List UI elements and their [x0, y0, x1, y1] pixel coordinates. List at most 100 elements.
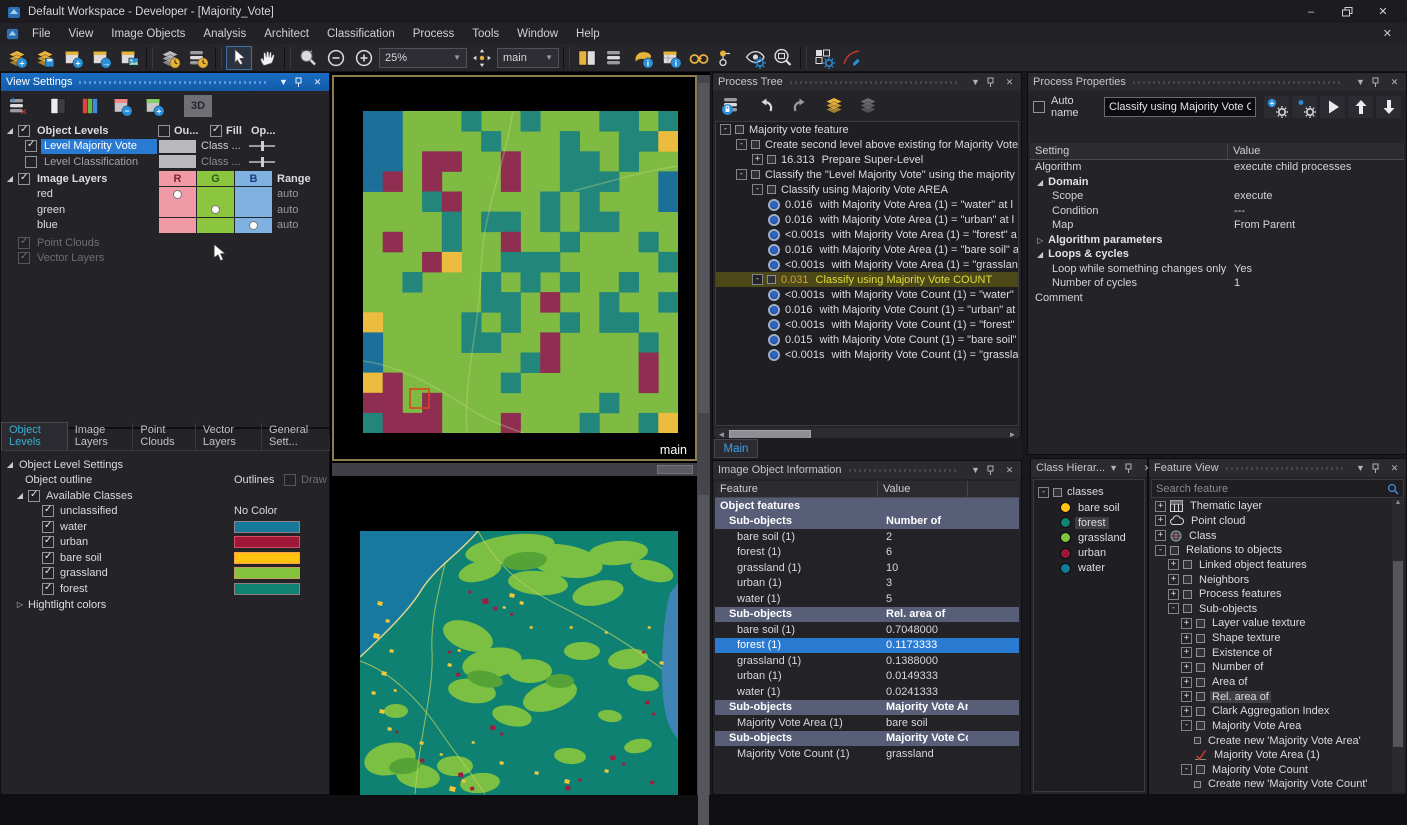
expand-icon[interactable]: +: [752, 154, 763, 165]
feature-row[interactable]: -Relations to objects: [1151, 543, 1393, 558]
classified-raster-image[interactable]: [363, 111, 678, 433]
import-view-icon[interactable]: →: [88, 46, 114, 70]
save-scene-icon[interactable]: [32, 46, 58, 70]
level-label[interactable]: Level Classification: [41, 154, 157, 169]
setting-group-row[interactable]: ▷Algorithm parameters: [1030, 233, 1404, 248]
water-checkbox[interactable]: [42, 521, 54, 533]
feature-row[interactable]: +Rel. area of: [1151, 689, 1393, 704]
feature-row[interactable]: +Process features: [1151, 587, 1393, 602]
drag-handle[interactable]: [790, 81, 958, 84]
process-row[interactable]: 0.016with Majority Vote Area (1) = "urba…: [716, 212, 1018, 227]
collapse-icon[interactable]: -: [720, 124, 731, 135]
table-row[interactable]: water (1)0.0241333: [715, 684, 1019, 700]
scrollbar-thumb[interactable]: [1393, 561, 1403, 747]
table-row[interactable]: water (1)5: [715, 591, 1019, 607]
add-view-icon[interactable]: +: [60, 46, 86, 70]
available-classes-checkbox[interactable]: [28, 490, 40, 502]
class-item-bare-soil[interactable]: bare soil: [1034, 500, 1144, 515]
feature-view-title-bar[interactable]: Feature View ▼ ✕: [1149, 459, 1406, 477]
menu-window[interactable]: Window: [508, 23, 567, 44]
move-up-button[interactable]: [1348, 96, 1373, 118]
gear-add-button[interactable]: +: [1264, 96, 1289, 118]
column-value[interactable]: Value: [1228, 143, 1404, 159]
process-row[interactable]: -Classify using Majority Vote AREA: [716, 182, 1018, 197]
process-row[interactable]: +16.313Prepare Super-Level: [716, 152, 1018, 167]
layers-gray-icon[interactable]: [855, 93, 881, 117]
expand-icon[interactable]: +: [1168, 574, 1179, 585]
collapse-icon[interactable]: -: [1155, 545, 1166, 556]
pin-icon[interactable]: [1371, 463, 1384, 474]
collapse-icon[interactable]: -: [736, 169, 747, 180]
new-scene-icon[interactable]: +: [4, 46, 30, 70]
process-row[interactable]: -0.031Classify using Majority Vote COUNT: [716, 272, 1018, 287]
redo-icon[interactable]: [787, 93, 813, 117]
expand-icon[interactable]: +: [1168, 589, 1179, 600]
expanded-arrow-icon[interactable]: ◢: [1037, 250, 1043, 259]
unclassified-checkbox[interactable]: [42, 505, 54, 517]
pin-icon[interactable]: [294, 77, 307, 88]
process-row[interactable]: 0.016with Majority Vote Count (1) = "urb…: [716, 302, 1018, 317]
feature-row[interactable]: +Existence of: [1151, 645, 1393, 660]
glasses-icon[interactable]: [686, 46, 712, 70]
feature-row[interactable]: +Neighbors: [1151, 572, 1393, 587]
feature-row[interactable]: Create new 'Majority Vote Area': [1151, 733, 1393, 748]
setting-row[interactable]: Algorithmexecute child processes: [1030, 160, 1404, 175]
chevron-down-icon[interactable]: ▼: [1107, 463, 1120, 473]
feature-row[interactable]: +Point cloud: [1151, 514, 1393, 529]
setting-group-row[interactable]: ◢Domain: [1030, 175, 1404, 190]
image-object-info-title-bar[interactable]: Image Object Information ▼ ✕: [713, 461, 1021, 479]
pin-icon[interactable]: [986, 77, 999, 88]
expand-icon[interactable]: +: [1168, 559, 1179, 570]
setting-row[interactable]: Scopeexecute: [1030, 189, 1404, 204]
table-row[interactable]: Majority Vote Area (1)bare soil: [715, 715, 1019, 731]
table-info-icon[interactable]: i: [658, 46, 684, 70]
chevron-down-icon[interactable]: ▼: [1354, 77, 1367, 87]
search-icon[interactable]: [1387, 483, 1399, 495]
minimize-button[interactable]: –: [1294, 1, 1328, 22]
tab-general-sett[interactable]: General Sett...: [262, 423, 331, 450]
dots-tree-icon[interactable]: [714, 46, 740, 70]
feature-view-scrollbar[interactable]: ▲: [1392, 499, 1404, 792]
forest-checkbox[interactable]: [42, 583, 54, 595]
layers-history-icon[interactable]: [157, 46, 183, 70]
table-row[interactable]: grassland (1)10: [715, 560, 1019, 576]
feature-row[interactable]: Majority Vote Area (1): [1151, 748, 1393, 763]
rows-view-icon[interactable]: [602, 46, 628, 70]
pin-icon[interactable]: [1371, 77, 1384, 88]
collapse-icon[interactable]: -: [752, 184, 763, 195]
opacity-slider[interactable]: [249, 161, 275, 163]
feature-row[interactable]: +Clark Aggregation Index: [1151, 704, 1393, 719]
table-row[interactable]: forest (1)6: [715, 545, 1019, 561]
feature-row[interactable]: +Number of: [1151, 660, 1393, 675]
process-row[interactable]: <0.001swith Majority Vote Area (1) = "fo…: [716, 227, 1018, 242]
opacity-slider[interactable]: [249, 145, 275, 147]
close-icon[interactable]: ✕: [1003, 465, 1016, 476]
undo-icon[interactable]: [753, 93, 779, 117]
class-item-water[interactable]: water: [1034, 561, 1144, 576]
collapse-icon[interactable]: -: [736, 139, 747, 150]
grassland-checkbox[interactable]: [42, 567, 54, 579]
process-row[interactable]: <0.001swith Majority Vote Count (1) = "f…: [716, 317, 1018, 332]
auto-name-checkbox[interactable]: [1033, 101, 1045, 113]
drag-handle[interactable]: [1226, 467, 1343, 470]
feature-row[interactable]: +Shape texture: [1151, 631, 1393, 646]
3d-button[interactable]: 3D: [184, 95, 212, 117]
menu-view[interactable]: View: [60, 23, 103, 44]
classes-root-row[interactable]: -classes: [1034, 484, 1144, 500]
view-settings-title-bar[interactable]: View Settings ▼ ✕: [1, 73, 329, 91]
setting-row[interactable]: Comment: [1030, 291, 1404, 306]
setting-row[interactable]: Number of cycles1: [1030, 276, 1404, 291]
bare-soil-checkbox[interactable]: [42, 552, 54, 564]
process-row[interactable]: -Majority vote feature: [716, 122, 1018, 137]
edit-levels-icon[interactable]: +✕: [4, 93, 32, 119]
expand-icon[interactable]: +: [1181, 691, 1192, 702]
process-row[interactable]: <0.001swith Majority Vote Count (1) = "g…: [716, 347, 1018, 362]
zoom-in-icon[interactable]: [351, 46, 377, 70]
feature-row[interactable]: -Majority Vote Count: [1151, 763, 1393, 778]
close-icon[interactable]: ✕: [1388, 77, 1401, 88]
expand-icon[interactable]: +: [1155, 515, 1166, 526]
table-row[interactable]: grassland (1)0.1388000: [715, 653, 1019, 669]
expanded-arrow-icon[interactable]: ◢: [1037, 178, 1043, 187]
map-view-main[interactable]: main: [332, 75, 697, 461]
menu-analysis[interactable]: Analysis: [194, 23, 255, 44]
